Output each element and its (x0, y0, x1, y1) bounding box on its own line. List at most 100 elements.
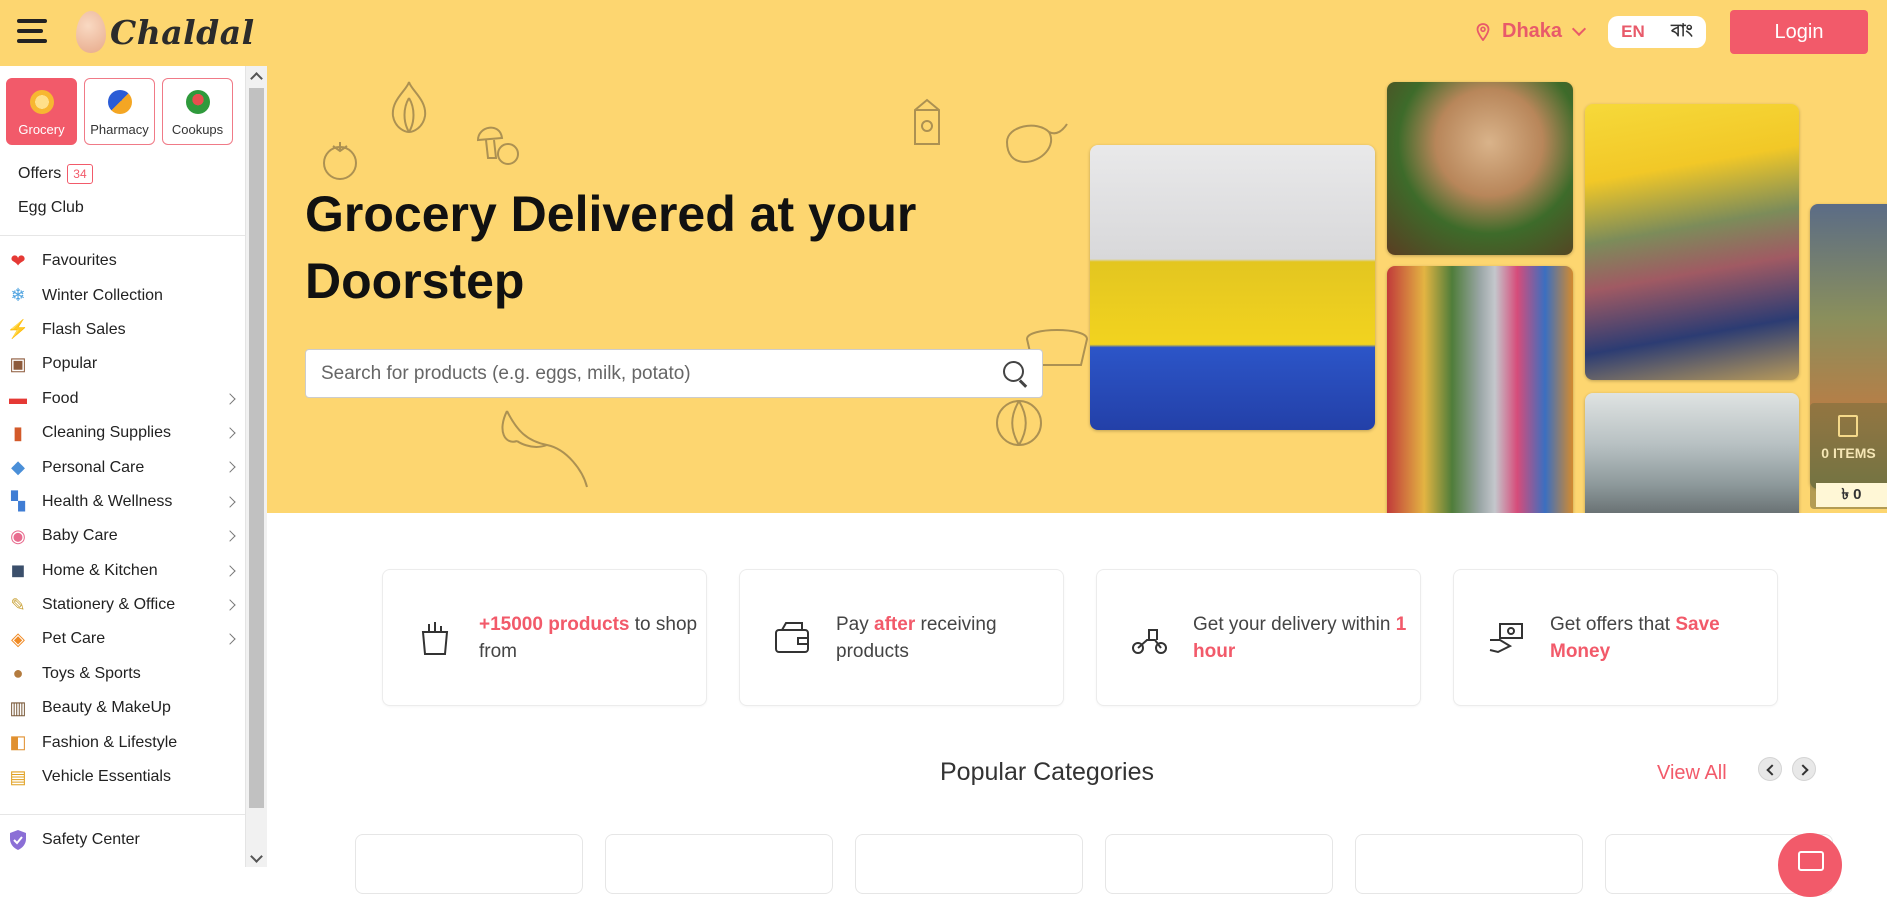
category-card[interactable] (1355, 834, 1583, 894)
feature-text-before: Pay (836, 613, 875, 635)
offers-label: Offers (18, 165, 62, 182)
category-card[interactable] (1105, 834, 1333, 894)
toys-icon: ● (12, 663, 24, 684)
baby-care-icon: ◉ (10, 525, 26, 546)
vertical-pharmacy[interactable]: Pharmacy (84, 78, 155, 145)
search-input[interactable] (306, 350, 994, 397)
sidebar-item-label: Home & Kitchen (42, 561, 158, 579)
carousel-prev-arrow-icon[interactable] (1758, 757, 1782, 781)
category-card[interactable] (855, 834, 1083, 894)
category-card[interactable] (605, 834, 833, 894)
chevron-right-icon[interactable] (224, 599, 236, 611)
vehicle-icon: ▤ (9, 766, 27, 787)
offers-link[interactable]: Offers 34 (0, 145, 245, 185)
scroll-up-arrow-icon[interactable] (250, 72, 263, 85)
vegetables-photo (1387, 82, 1573, 255)
chicken-doodle-icon (1006, 123, 1068, 164)
category-sidebar: Grocery Pharmacy Cookups Offers 34 Egg Clu… (0, 66, 246, 867)
chevron-right-icon[interactable] (224, 392, 236, 405)
category-card[interactable] (355, 834, 583, 894)
motorbike-delivery-photo (1585, 393, 1799, 513)
sidebar-item-winter-collection[interactable]: ❄ Winter Collection (0, 278, 245, 312)
search-icon[interactable] (994, 354, 1034, 394)
sidebar-item-pet-care[interactable]: ◈ Pet Care (0, 622, 245, 656)
cart-widget[interactable]: 0 ITEMS ৳ 0 (1810, 403, 1887, 509)
sidebar-item-popular[interactable]: ▣ Popular (0, 347, 245, 381)
egg-logo-icon (76, 11, 106, 53)
feature-highlight: after (874, 613, 916, 635)
chevron-right-icon[interactable] (224, 564, 236, 577)
language-toggle[interactable]: EN বাং (1608, 16, 1706, 48)
sidebar-item-label: Baby Care (42, 527, 118, 545)
vertical-grocery[interactable]: Grocery (6, 78, 77, 145)
sidebar-item-label: Vehicle Essentials (42, 768, 171, 786)
grocery-bag-icon (415, 618, 455, 658)
shield-icon (10, 829, 26, 850)
onion-doodle-icon (391, 81, 427, 134)
pet-care-icon: ◈ (11, 628, 25, 649)
feature-text-before: Get offers that (1550, 613, 1676, 635)
lang-en-option[interactable]: EN (1621, 22, 1645, 42)
sidebar-item-vehicle-essentials[interactable]: ▤ Vehicle Essentials (0, 760, 245, 794)
menu-hamburger-icon[interactable] (17, 19, 47, 45)
pharmacy-icon (107, 90, 132, 114)
chevron-right-icon[interactable] (224, 530, 236, 542)
chevron-right-icon[interactable] (224, 461, 236, 474)
sidebar-item-personal-care[interactable]: ◆ Personal Care (0, 450, 245, 484)
feature-highlight: +15000 products (479, 613, 630, 635)
sidebar-item-stationery-office[interactable]: ✎ Stationery & Office (0, 588, 245, 622)
health-icon: ▚ (11, 491, 25, 512)
scrollbar-thumb[interactable] (249, 88, 264, 808)
home-kitchen-icon: ◼ (10, 560, 26, 581)
sidebar-item-label: Toys & Sports (42, 664, 141, 682)
feature-text: +15000 products to shop from (479, 611, 706, 665)
sidebar-item-fashion-lifestyle[interactable]: ◧ Fashion & Lifestyle (0, 725, 245, 759)
food-basket-icon: ▬ (9, 388, 27, 409)
view-all-link[interactable]: View All (1657, 762, 1727, 785)
sidebar-item-label: Winter Collection (42, 286, 163, 304)
feature-text-before: Get your delivery within (1193, 613, 1396, 635)
sidebar-item-label: Beauty & MakeUp (42, 699, 171, 717)
customer-delivery-photo (1585, 104, 1799, 380)
egg-club-link[interactable]: Egg Club (0, 185, 245, 225)
cabbage-doodle-icon (996, 400, 1042, 446)
sidebar-item-beauty-makeup[interactable]: ▥ Beauty & MakeUp (0, 691, 245, 725)
money-hand-icon (1486, 618, 1526, 658)
sidebar-item-toys-sports[interactable]: ● Toys & Sports (0, 657, 245, 691)
logo-text: Chaldal (110, 12, 255, 52)
sidebar-item-flash-sales[interactable]: ⚡ Flash Sales (0, 313, 245, 347)
mushroom-doodle-icon (476, 126, 519, 165)
vertical-cookups[interactable]: Cookups (162, 78, 233, 145)
sidebar-item-baby-care[interactable]: ◉ Baby Care (0, 519, 245, 553)
sidebar-scrollbar[interactable] (246, 66, 267, 867)
feature-card: Get your delivery within 1 hour (1096, 569, 1421, 706)
hero-title: Grocery Delivered at your Doorstep (305, 186, 917, 309)
product-search-bar[interactable] (305, 349, 1043, 398)
scroll-down-arrow-icon[interactable] (250, 850, 263, 863)
sidebar-divider (0, 235, 245, 236)
carousel-next-arrow-icon[interactable] (1792, 757, 1816, 781)
sidebar-item-cleaning-supplies[interactable]: ▮ Cleaning Supplies (0, 416, 245, 450)
sidebar-item-favourites[interactable]: ❤ Favourites (0, 244, 245, 278)
feature-text: Get your delivery within 1 hour (1193, 611, 1420, 665)
sidebar-item-health-wellness[interactable]: ▚ Health & Wellness (0, 485, 245, 519)
feature-card: +15000 products to shop from (382, 569, 707, 706)
sidebar-item-label: Favourites (42, 252, 117, 270)
chevron-right-icon[interactable] (224, 633, 236, 645)
chat-support-icon[interactable] (1778, 833, 1842, 897)
sidebar-item-food[interactable]: ▬ Food (0, 382, 245, 416)
lang-bn-option[interactable]: বাং (1671, 18, 1693, 46)
location-selector[interactable]: Dhaka (1476, 20, 1587, 43)
chevron-right-icon[interactable] (224, 496, 236, 508)
heart-icon: ❤ (10, 250, 26, 271)
delivery-person-photo (1090, 145, 1375, 430)
wallet-icon (772, 618, 812, 658)
vertical-label: Grocery (18, 122, 65, 137)
safety-center-link[interactable]: Safety Center (0, 814, 245, 864)
chaldal-logo[interactable]: Chaldal (76, 8, 255, 56)
sidebar-item-home-kitchen[interactable]: ◼ Home & Kitchen (0, 554, 245, 588)
chevron-right-icon[interactable] (224, 427, 236, 439)
login-button[interactable]: Login (1730, 10, 1868, 54)
feature-text: Pay after receiving products (836, 611, 1063, 665)
sidebar-item-label: Cleaning Supplies (42, 424, 171, 442)
